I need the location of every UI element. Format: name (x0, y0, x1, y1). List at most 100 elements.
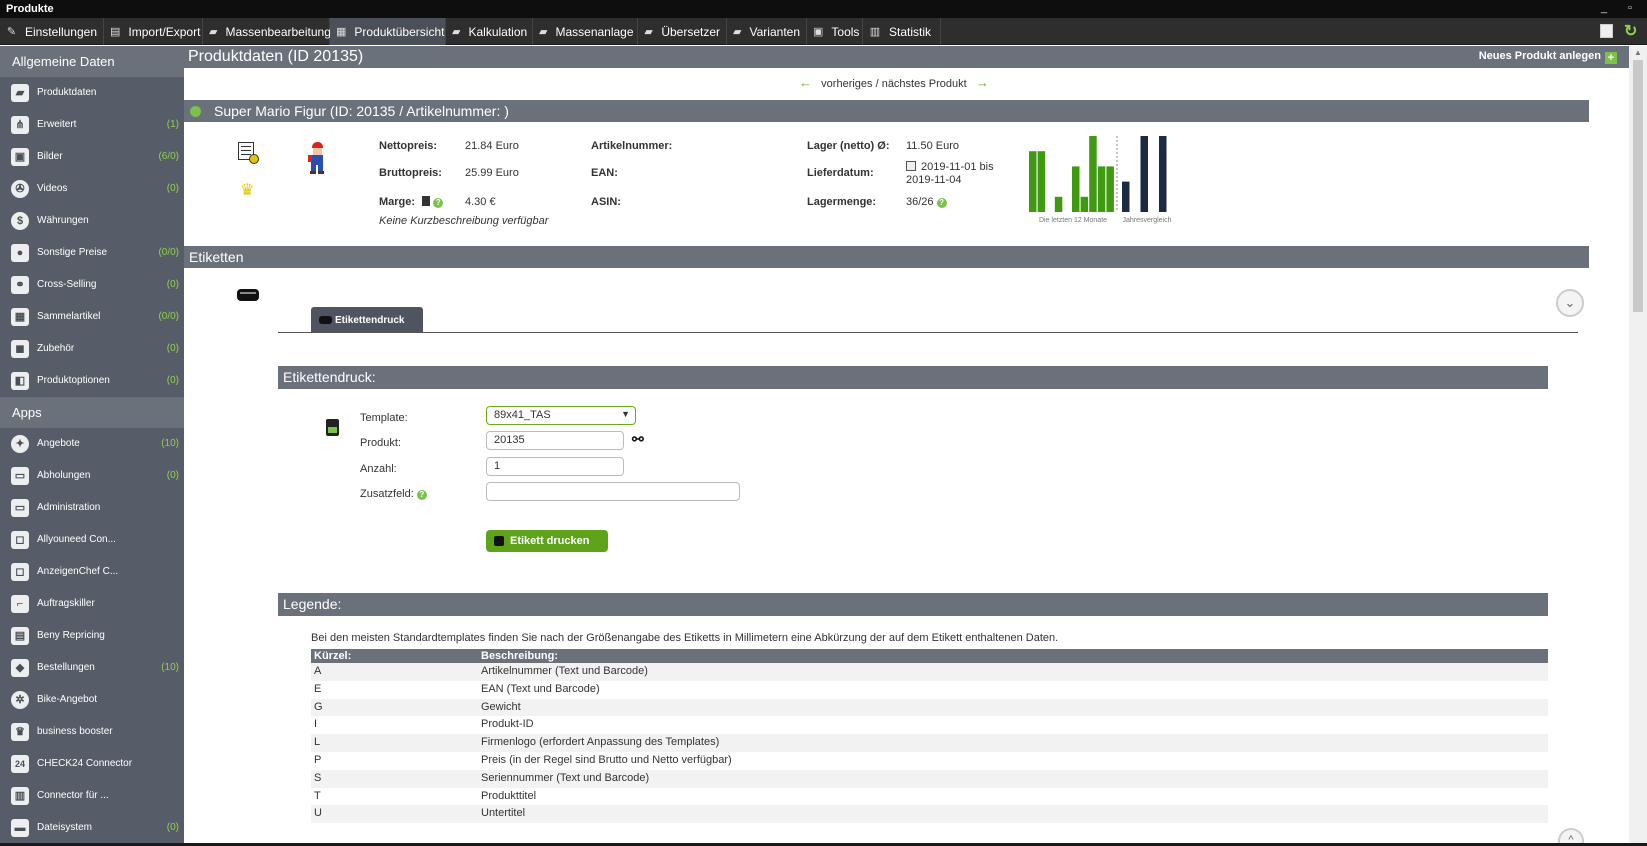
sidebar-item-bestellungen[interactable]: ◆ Bestellungen (10) (0, 652, 184, 684)
toolbox-icon: ▣ (813, 25, 824, 38)
sidebar-item-videos[interactable]: ✇ Videos (0) (0, 173, 184, 205)
basket-icon: ▰ (452, 25, 461, 38)
template-select[interactable]: 89x41_TAS ▼ (486, 406, 636, 425)
sidebar-item-zubehör[interactable]: ◼ Zubehör (0) (0, 333, 184, 365)
sidebar-item-business-booster[interactable]: ♛ business booster (0, 716, 184, 748)
anzahl-input[interactable]: 1 (486, 457, 624, 476)
sidebar-item-allyouneed-con[interactable]: ◻ Allyouneed Con... (0, 524, 184, 556)
menu-import-export[interactable]: ▤ Import/Export (104, 18, 203, 45)
sidebar-item-label: Videos (37, 183, 68, 194)
minimize-icon[interactable]: _ (1597, 1, 1611, 15)
sidebar-item-beny-repricing[interactable]: ▤ Beny Repricing (0, 620, 184, 652)
sidebar-section-general: Allgemeine Daten (0, 46, 184, 77)
page-header: Produktdaten (ID 20135) Neues Produkt an… (184, 46, 1629, 68)
menu-label: Übersetzer (661, 24, 720, 39)
menu-label: Import/Export (128, 24, 201, 39)
scroll-up-icon[interactable]: ▲ (1634, 48, 1642, 57)
prev-next-label[interactable]: vorheriges / nächstes Produkt (821, 78, 967, 90)
sidebar-item-bilder[interactable]: ▣ Bilder (6/0) (0, 141, 184, 173)
produkt-input[interactable]: 20135 (486, 431, 624, 450)
sidebar-item-cross-selling[interactable]: ⚭ Cross-Selling (0) (0, 269, 184, 301)
help-icon[interactable]: ? (433, 198, 444, 208)
sidebar-item-count: (0) (166, 470, 179, 481)
sidebar-item-bike-angebot[interactable]: ✲ Bike-Angebot (0, 684, 184, 716)
new-product-button[interactable]: Neues Produkt anlegen + (1479, 50, 1617, 64)
price-list-icon[interactable] (238, 142, 259, 164)
check24-icon: 24 (11, 755, 29, 773)
sidebar-item-count: (0) (166, 183, 179, 194)
sidebar: Allgemeine Daten ▰ Produktdaten ⋔ Erweitert… (0, 46, 184, 846)
sidebar-item-produktoptionen[interactable]: ◧ Produktoptionen (0) (0, 365, 184, 397)
chart-bar-month (1037, 151, 1046, 212)
sidebar-item-währungen[interactable]: $ Währungen (0, 205, 184, 237)
product-title-bar: Super Mario Figur (ID: 20135 / Artikelnu… (184, 100, 1589, 122)
basket-icon: ▰ (11, 84, 29, 102)
basket-icon: ▰ (209, 25, 218, 38)
sidebar-item-check24-connector[interactable]: 24 CHECK24 Connector (0, 748, 184, 780)
table-row: E EAN (Text und Barcode) (311, 681, 1548, 699)
legend-kuerzel: A (314, 665, 322, 677)
menu-produktübersicht[interactable]: ▦ Produktübersicht (330, 18, 446, 45)
film-reel-icon: ✇ (11, 180, 29, 198)
main-menubar: ✎ Einstellungen ▤ Import/Export ▰ Massenbearb… (0, 18, 1647, 45)
trophy-icon: ♛ (11, 723, 29, 741)
sidebar-item-label: Dateisystem (37, 822, 93, 833)
stock-chart: Die letzten 12 Monate Jahresvergleich (1029, 136, 1172, 224)
tab-etikettendruck[interactable]: Etikettendruck (311, 307, 423, 333)
folder-icon: ▬ (11, 819, 29, 837)
menu-tools[interactable]: ▣ Tools (807, 18, 863, 45)
legend-table: Kürzel: Beschreibung: A Artikelnummer (Te… (311, 649, 1548, 824)
sidebar-item-dateisystem[interactable]: ▬ Dateisystem (0) (0, 812, 184, 844)
prev-arrow-icon[interactable]: ← (799, 75, 812, 90)
next-arrow-icon[interactable]: → (976, 75, 989, 90)
vertical-scrollbar[interactable]: ▲ (1629, 46, 1647, 846)
sidebar-item-erweitert[interactable]: ⋔ Erweitert (1) (0, 109, 184, 141)
menu-übersetzer[interactable]: ▰ Übersetzer (638, 18, 727, 45)
zusatzfeld-input[interactable] (486, 482, 740, 501)
user-icon[interactable] (1600, 24, 1613, 38)
sidebar-item-administration[interactable]: ▭ Administration (0, 492, 184, 524)
sidebar-item-angebote[interactable]: ✦ Angebote (10) (0, 428, 184, 460)
product-image[interactable] (308, 142, 326, 174)
help-icon[interactable]: ? (936, 198, 947, 208)
binoculars-icon[interactable]: ⚯ (632, 431, 644, 448)
scrollbar-thumb[interactable] (1633, 60, 1643, 312)
chart-bar-month (1089, 136, 1097, 212)
asin-label: ASIN: (591, 196, 621, 208)
sidebar-section-apps: Apps (0, 397, 184, 428)
sidebar-item-sammelartikel[interactable]: ▦ Sammelartikel (0/0) (0, 301, 184, 333)
calculator-icon[interactable] (422, 196, 431, 206)
help-icon[interactable]: ? (416, 490, 427, 500)
sidebar-item-connector-für[interactable]: ▥ Connector für ... (0, 780, 184, 812)
print-label-button[interactable]: Etikett drucken (486, 530, 608, 552)
template-value: 89x41_TAS (494, 409, 551, 421)
zusatzfeld-label: Zusatzfeld: ? (360, 488, 427, 500)
sidebar-item-label: Connector für ... (37, 790, 109, 801)
short-description: Keine Kurzbeschreibung verfügbar (379, 215, 549, 227)
sidebar-item-abholungen[interactable]: ▭ Abholungen (0) (0, 460, 184, 492)
sidebar-item-auftragskiller[interactable]: ⌐ Auftragskiller (0, 588, 184, 620)
table-row: L Firmenlogo (erfordert Anpassung des Tem… (311, 734, 1548, 752)
sidebar-item-label: CHECK24 Connector (37, 758, 133, 769)
sidebar-item-sonstige-preise[interactable]: ● Sonstige Preise (0/0) (0, 237, 184, 269)
menu-einstellungen[interactable]: ✎ Einstellungen (0, 18, 104, 45)
zusatzfeld-label-text: Zusatzfeld: (360, 488, 414, 500)
refresh-icon[interactable]: ↻ (1624, 21, 1637, 41)
sidebar-item-count: (0/0) (158, 247, 179, 258)
menu-varianten[interactable]: ▰ Varianten (727, 18, 807, 45)
menu-massenanlage[interactable]: ▰ Massenanlage (533, 18, 638, 45)
sidebar-item-label: Angebote (37, 438, 80, 449)
etiketten-section-bar: Etiketten (184, 246, 1589, 268)
sidebar-item-produktdaten[interactable]: ▰ Produktdaten (0, 77, 184, 109)
sidebar-item-anzeigenchef-c[interactable]: ◻ AnzeigenChef C... (0, 556, 184, 588)
artnr-label: Artikelnummer: (591, 140, 673, 152)
menu-kalkulation[interactable]: ▰ Kalkulation (446, 18, 533, 45)
produkt-label: Produkt: (360, 437, 401, 449)
menu-massenbearbeitung[interactable]: ▰ Massenbearbeitung (203, 18, 331, 45)
collapse-button[interactable]: ⌄ (1556, 289, 1584, 317)
menu-statistik[interactable]: ▥ Statistik (863, 18, 941, 45)
menu-label: Massenbearbeitung (225, 24, 331, 39)
chart-bar-month (1106, 166, 1114, 212)
maximize-icon[interactable]: ▫ (1623, 1, 1637, 15)
marge-value: 4.30 € (465, 196, 496, 208)
